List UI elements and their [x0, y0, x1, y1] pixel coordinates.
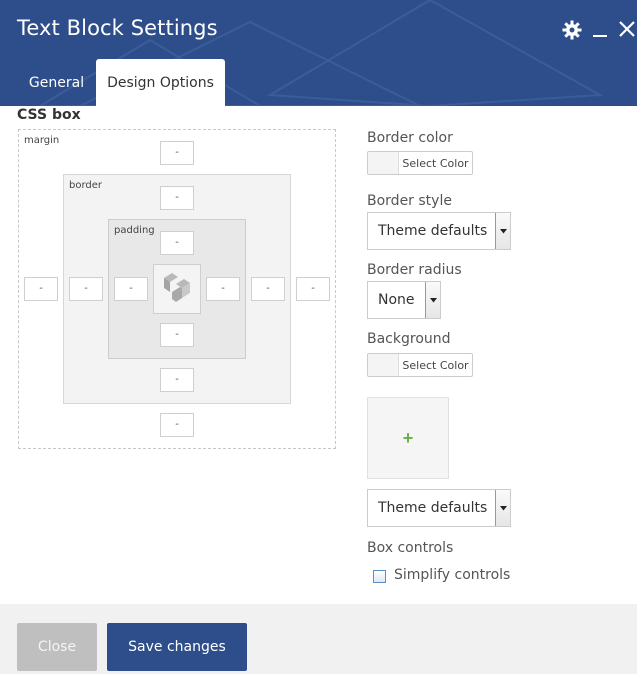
border-style-value: Theme defaults	[378, 223, 488, 239]
simplify-controls-checkbox[interactable]	[373, 570, 386, 583]
gear-icon[interactable]	[562, 18, 584, 42]
border-radius-value: None	[378, 292, 415, 308]
tab-design-options[interactable]: Design Options	[96, 59, 225, 106]
border-color-picker[interactable]: Select Color	[367, 151, 473, 175]
select-color-label: Select Color	[402, 358, 469, 372]
margin-right-input[interactable]: -	[296, 277, 330, 301]
padding-label: padding	[114, 225, 155, 236]
chevron-down-icon	[495, 213, 510, 249]
close-icon[interactable]	[618, 18, 637, 42]
save-changes-button[interactable]: Save changes	[107, 623, 247, 671]
content-box	[153, 264, 201, 314]
border-label: border	[69, 180, 103, 191]
select-color-label: Select Color	[402, 156, 469, 170]
border-style-select[interactable]: Theme defaults	[367, 212, 511, 250]
border-top-input[interactable]: -	[160, 186, 194, 210]
close-button[interactable]: Close	[17, 623, 97, 671]
chevron-down-icon	[425, 282, 440, 318]
add-background-image-button[interactable]: +	[367, 397, 449, 479]
border-style-label: Border style	[367, 193, 452, 209]
border-right-input[interactable]: -	[251, 277, 285, 301]
padding-bottom-input[interactable]: -	[160, 323, 194, 347]
border-radius-select[interactable]: None	[367, 281, 441, 319]
border-radius-label: Border radius	[367, 262, 462, 278]
css-box-title: CSS box	[17, 107, 81, 123]
color-swatch	[368, 354, 399, 376]
border-color-label: Border color	[367, 130, 453, 146]
margin-label: margin	[24, 135, 60, 146]
margin-left-input[interactable]: -	[24, 277, 58, 301]
border-left-input[interactable]: -	[69, 277, 103, 301]
color-swatch	[368, 152, 399, 174]
background-style-select[interactable]: Theme defaults	[367, 489, 511, 527]
minimize-icon[interactable]	[591, 18, 613, 42]
border-bottom-input[interactable]: -	[160, 368, 194, 392]
simplify-controls-label: Simplify controls	[394, 567, 511, 583]
plus-icon: +	[402, 427, 414, 448]
padding-right-input[interactable]: -	[206, 277, 240, 301]
background-label: Background	[367, 331, 451, 347]
logo-cube-icon	[164, 273, 190, 302]
background-color-picker[interactable]: Select Color	[367, 353, 473, 377]
background-style-value: Theme defaults	[378, 500, 488, 516]
margin-top-input[interactable]: -	[160, 141, 194, 165]
box-controls-label: Box controls	[367, 540, 454, 556]
chevron-down-icon	[495, 490, 510, 526]
modal-title: Text Block Settings	[17, 16, 218, 40]
padding-left-input[interactable]: -	[114, 277, 148, 301]
tab-general[interactable]: General	[18, 59, 95, 106]
padding-top-input[interactable]: -	[160, 231, 194, 255]
margin-bottom-input[interactable]: -	[160, 413, 194, 437]
